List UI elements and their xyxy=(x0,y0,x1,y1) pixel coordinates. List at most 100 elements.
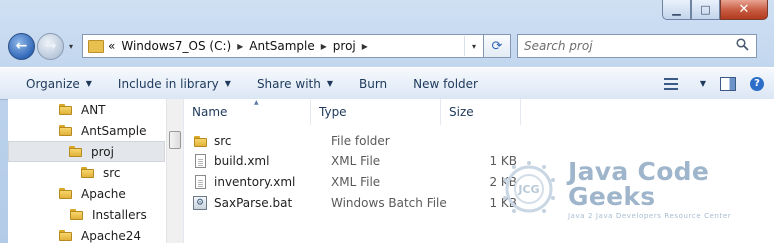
java-code-geeks-watermark: JCG Java Code Geeks Java 2 Java Develope… xyxy=(498,154,762,224)
view-controls: ▼ ? xyxy=(663,76,774,91)
folder-icon xyxy=(81,167,94,178)
share-with-menu[interactable]: Share with ▼ xyxy=(244,77,346,91)
search-box[interactable]: Search proj xyxy=(517,34,757,58)
file-row[interactable]: inventory.xml XML File 2 KB xyxy=(192,172,517,192)
watermark-text: Java Code Geeks Java 2 Java Developers R… xyxy=(568,159,762,220)
file-name: SaxParse.bat xyxy=(214,196,293,210)
file-name: src xyxy=(214,134,232,148)
scrollbar-thumb[interactable] xyxy=(169,131,181,149)
tree-item-label: src xyxy=(103,165,121,180)
folder-icon xyxy=(59,104,72,115)
share-label: Share with xyxy=(256,76,321,91)
forward-button[interactable]: → xyxy=(37,32,64,60)
tree-item-label: Installers xyxy=(92,207,147,222)
chevron-right-icon[interactable]: ▸ xyxy=(237,39,243,53)
tree-item-src[interactable]: src xyxy=(81,162,121,183)
navigation-scrollbar[interactable] xyxy=(166,99,183,243)
forward-arrow-icon: → xyxy=(44,38,57,54)
file-row[interactable]: src File folder xyxy=(192,131,390,151)
search-input[interactable]: Search proj xyxy=(518,39,736,53)
file-name: build.xml xyxy=(214,154,270,168)
breadcrumb-antsample[interactable]: AntSample xyxy=(249,39,315,53)
recent-pages-dropdown[interactable]: ▾ xyxy=(66,42,76,51)
maximize-icon: □ xyxy=(700,3,711,16)
chevron-right-icon[interactable]: ▸ xyxy=(321,39,327,53)
burn-button[interactable]: Burn xyxy=(346,77,400,91)
watermark-subtitle: Java 2 Java Developers Resource Center xyxy=(568,211,732,220)
column-header-type[interactable]: Type xyxy=(310,99,440,125)
command-bar: Organize ▼ Include in library ▼ Share with… xyxy=(0,67,774,100)
xml-file-icon xyxy=(192,153,208,169)
tree-item-installers[interactable]: Installers xyxy=(70,204,147,225)
close-icon: ✕ xyxy=(738,2,750,17)
back-arrow-icon: ← xyxy=(15,38,28,54)
file-type: Windows Batch File xyxy=(331,196,447,210)
address-history-dropdown[interactable]: ▾ xyxy=(464,36,483,56)
tree-item-proj[interactable]: proj xyxy=(8,141,165,162)
window-caption-buttons: ▁ □ ✕ xyxy=(662,0,768,20)
tree-item-apache24[interactable]: Apache24 xyxy=(59,225,141,243)
help-icon[interactable]: ? xyxy=(750,76,764,91)
column-header-label: Size xyxy=(449,105,474,119)
column-header-empty xyxy=(520,99,774,125)
address-bar[interactable]: « Windows7_OS (C:) ▸ AntSample ▸ proj ▸ … xyxy=(82,34,484,58)
watermark-title: Java Code Geeks xyxy=(568,156,710,211)
minimize-button[interactable]: ▁ xyxy=(662,0,691,20)
folder-icon xyxy=(88,39,104,53)
search-icon xyxy=(736,37,752,55)
change-view-icon[interactable] xyxy=(663,77,678,90)
view-options-dropdown[interactable]: ▼ xyxy=(700,79,706,88)
maximize-button[interactable]: □ xyxy=(691,0,720,20)
tree-item-label: AntSample xyxy=(81,123,147,138)
column-headers: ▲ Name Type Size xyxy=(184,99,774,125)
navigation-pane: ANT AntSample proj src Apache Installers… xyxy=(8,99,184,243)
close-button[interactable]: ✕ xyxy=(720,0,768,20)
tree-item-label: Apache24 xyxy=(81,228,142,243)
column-header-size[interactable]: Size xyxy=(440,99,520,125)
column-header-label: Name xyxy=(192,105,228,119)
chevron-down-icon: ▼ xyxy=(224,79,231,88)
column-header-label: Type xyxy=(319,105,347,119)
chevron-down-icon: ▼ xyxy=(326,79,333,88)
folder-icon xyxy=(192,133,208,149)
preview-pane-icon[interactable] xyxy=(720,76,736,91)
minimize-icon: ▁ xyxy=(672,3,681,16)
xml-file-icon xyxy=(192,174,208,190)
file-type: File folder xyxy=(331,134,390,148)
refresh-icon: ⟳ xyxy=(491,38,503,54)
back-button[interactable]: ← xyxy=(8,32,35,60)
folder-icon xyxy=(59,230,72,241)
new-folder-button[interactable]: New folder xyxy=(400,77,491,91)
tree-item-label: ANT xyxy=(81,102,106,117)
address-overflow[interactable]: « xyxy=(108,39,115,53)
file-type: XML File xyxy=(331,175,381,189)
tree-item-antsample[interactable]: AntSample xyxy=(59,120,147,141)
svg-text:JCG: JCG xyxy=(517,183,539,196)
tree-item-label: Apache xyxy=(81,186,126,201)
include-in-library-menu[interactable]: Include in library ▼ xyxy=(105,77,244,91)
file-row[interactable]: build.xml XML File 1 KB xyxy=(192,151,517,171)
explorer-window: ▁ □ ✕ ← → ▾ « Windows7_OS (C:) ▸ AntSamp… xyxy=(0,0,774,243)
folder-icon xyxy=(70,209,83,220)
organize-menu[interactable]: Organize ▼ xyxy=(0,77,105,91)
tree-item-apache[interactable]: Apache xyxy=(59,183,126,204)
column-header-name[interactable]: ▲ Name xyxy=(184,99,310,125)
folder-icon xyxy=(59,125,72,136)
sort-ascending-icon: ▲ xyxy=(254,99,259,106)
folder-icon xyxy=(59,188,72,199)
include-label: Include in library xyxy=(117,76,219,91)
chevron-right-icon[interactable]: ▸ xyxy=(362,39,368,53)
tree-item-label: proj xyxy=(91,144,114,159)
chevron-down-icon: ▼ xyxy=(85,79,92,88)
file-row[interactable]: ⚙ SaxParse.bat Windows Batch File 1 KB xyxy=(192,193,517,213)
file-name: inventory.xml xyxy=(214,175,296,189)
folder-icon xyxy=(69,146,82,157)
refresh-button[interactable]: ⟳ xyxy=(484,34,511,58)
batch-file-icon: ⚙ xyxy=(192,195,208,211)
breadcrumb-proj[interactable]: proj xyxy=(333,39,356,53)
navigation-bar: ← → ▾ « Windows7_OS (C:) ▸ AntSample ▸ p… xyxy=(8,31,766,61)
tree-item-ant[interactable]: ANT xyxy=(59,99,106,120)
file-type: XML File xyxy=(331,154,381,168)
breadcrumb-drive[interactable]: Windows7_OS (C:) xyxy=(121,39,231,53)
jcg-logo-icon: JCG xyxy=(503,161,555,213)
